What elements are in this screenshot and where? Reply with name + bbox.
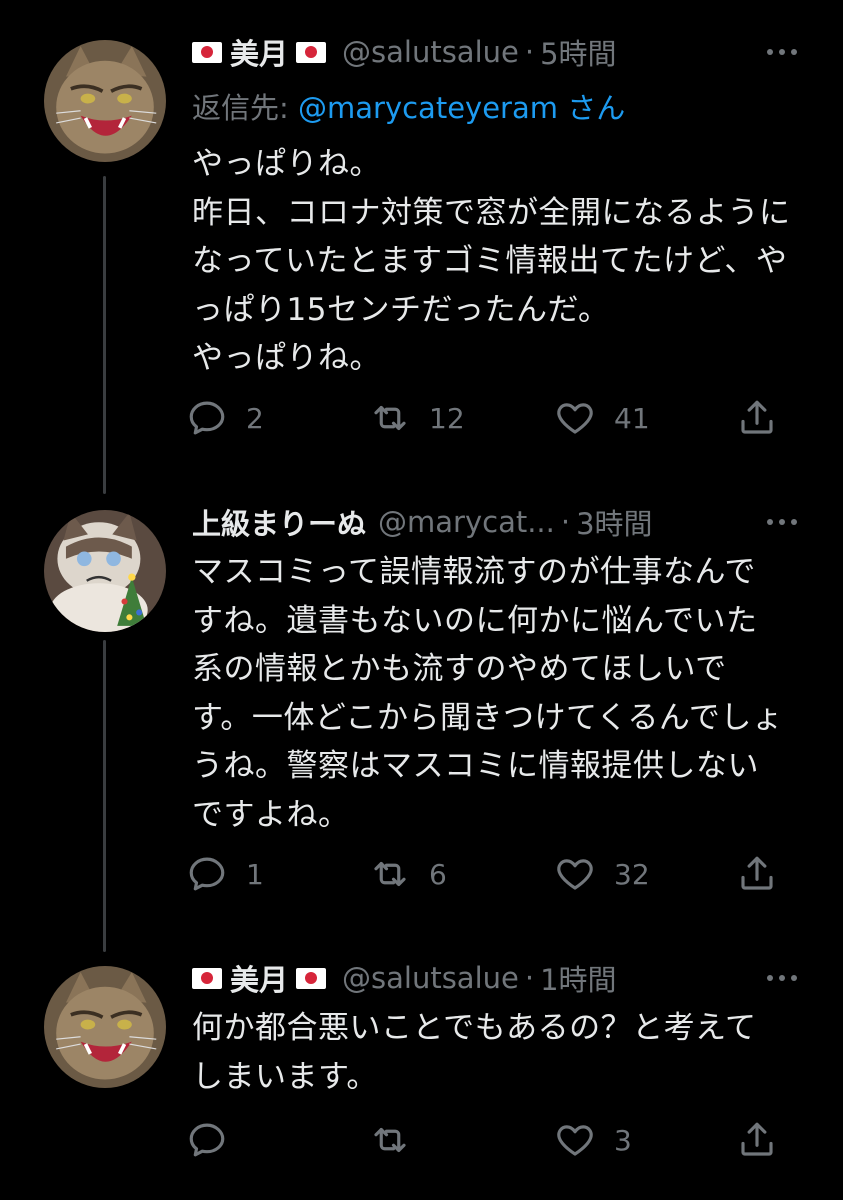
like-count: 3 xyxy=(614,1123,632,1157)
tweet[interactable]: 美月 @salutsalue · 1時間 何か都合悪いことでもあるの？と考えてし… xyxy=(0,0,843,1200)
like-button[interactable]: 3 xyxy=(554,1110,632,1170)
user-handle[interactable]: @salutsalue xyxy=(342,961,519,995)
tweet-text: 何か都合悪いことでもあるの？と考えてしまいます。 xyxy=(192,1010,757,1095)
retweet-button[interactable] xyxy=(369,1110,429,1170)
retweet-icon xyxy=(374,1127,406,1153)
tweet-header: 美月 @salutsalue · 1時間 xyxy=(192,956,823,1000)
reply-button[interactable] xyxy=(186,1110,246,1170)
more-icon[interactable] xyxy=(767,975,797,981)
flag-japan-icon xyxy=(296,967,327,989)
display-name-text: 美月 xyxy=(230,963,289,997)
timestamp[interactable]: 1時間 xyxy=(540,957,616,999)
display-name[interactable]: 美月 xyxy=(192,957,327,999)
share-button[interactable] xyxy=(736,1110,778,1170)
flag-japan-icon xyxy=(192,967,222,989)
share-icon xyxy=(741,1122,773,1156)
like-icon xyxy=(557,1125,593,1156)
separator-dot: · xyxy=(524,961,535,995)
cat-avatar-icon xyxy=(44,966,166,1088)
avatar[interactable] xyxy=(44,966,166,1088)
action-bar: 3 xyxy=(186,1110,796,1170)
reply-icon xyxy=(189,1123,225,1157)
